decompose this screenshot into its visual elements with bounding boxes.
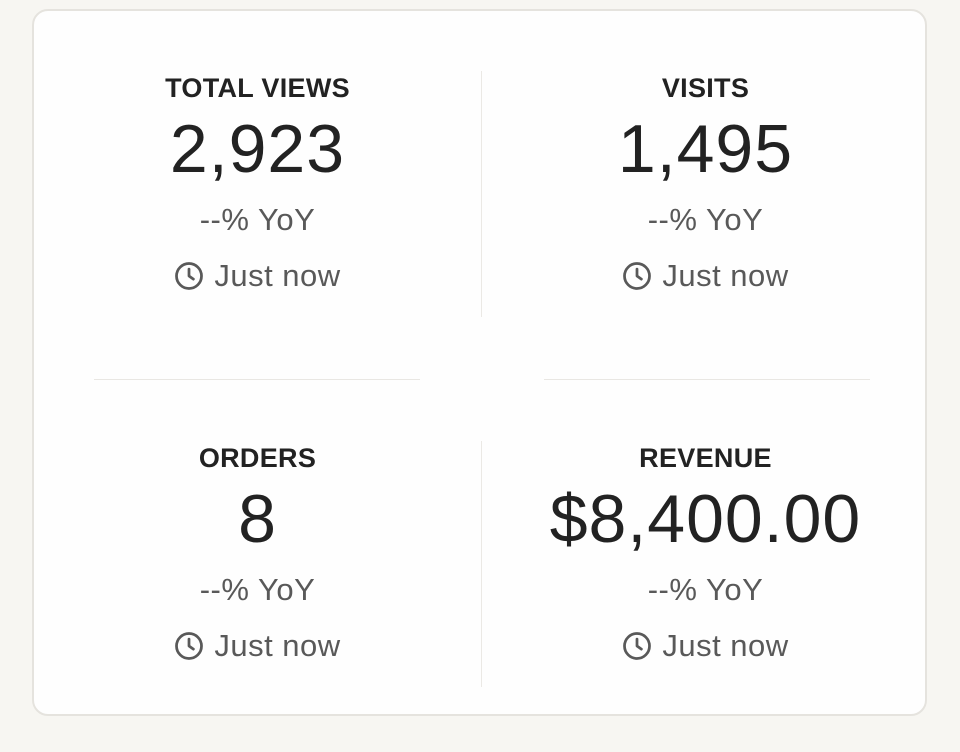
horizontal-divider-left [94, 379, 420, 380]
metric-value: 8 [238, 481, 277, 557]
metric-value: $8,400.00 [549, 481, 862, 557]
metric-label: VISITS [661, 73, 750, 103]
metric-updated: Just now [34, 626, 481, 666]
metric-label: REVENUE [639, 443, 772, 473]
stats-card: TOTAL VIEWS 2,923 --% YoY Just now VISIT… [32, 9, 927, 716]
metric-change: --% YoY [647, 202, 764, 237]
metric-value: 2,923 [169, 111, 346, 187]
clock-icon [175, 262, 204, 290]
metric-label: TOTAL VIEWS [165, 73, 350, 103]
metric-updated: Just now [482, 626, 929, 666]
metric-total-views: TOTAL VIEWS 2,923 --% YoY Just now [34, 71, 481, 296]
clock-icon [623, 262, 652, 290]
metric-updated: Just now [34, 256, 481, 296]
metric-updated-text: Just now [662, 258, 789, 293]
metric-updated-text: Just now [214, 628, 341, 663]
metric-change: --% YoY [647, 572, 764, 607]
metric-change: --% YoY [199, 572, 316, 607]
metric-updated-text: Just now [662, 628, 789, 663]
metric-value: 1,495 [617, 111, 794, 187]
metric-orders: ORDERS 8 --% YoY Just now [34, 441, 481, 666]
metric-updated-text: Just now [214, 258, 341, 293]
metric-visits: VISITS 1,495 --% YoY Just now [482, 71, 929, 296]
clock-icon [175, 632, 204, 660]
metric-change: --% YoY [199, 202, 316, 237]
clock-icon [623, 632, 652, 660]
metric-updated: Just now [482, 256, 929, 296]
horizontal-divider-right [544, 379, 870, 380]
metric-label: ORDERS [198, 443, 317, 473]
metric-revenue: REVENUE $8,400.00 --% YoY Just now [482, 441, 929, 666]
